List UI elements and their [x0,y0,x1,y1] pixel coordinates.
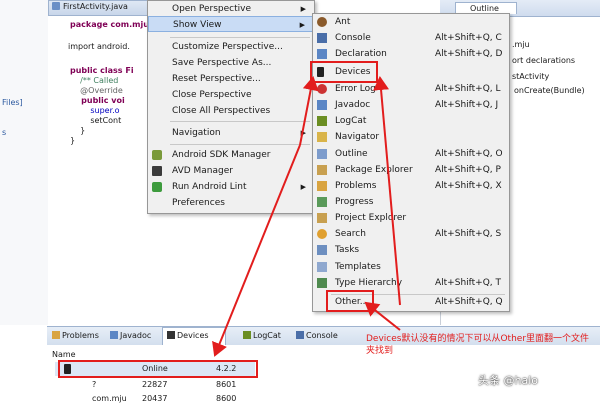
highlight-box-devices [310,61,378,83]
tab-console[interactable]: Console [296,330,338,342]
process-name: com.mju [92,394,127,403]
code-line: setCont [70,116,122,125]
watermark: 头条 @halo [478,374,538,387]
editor-tab-label: FirstActivity.java [63,2,128,11]
left-strip-label: Files] [2,98,23,107]
menu-item-preferences[interactable]: Preferences [148,195,314,211]
process-port: 8600 [216,394,237,403]
code-line: import android. [68,42,130,51]
project-explorer-icon [317,213,327,223]
highlight-box-device-row [58,360,258,378]
menu-item-customize-perspective[interactable]: Customize Perspective... [148,39,314,55]
console-icon [317,33,327,43]
code-line: } [70,136,76,145]
outline-icon [317,149,327,159]
type-hierarchy-icon [317,278,327,288]
menu-item-run-android-lint[interactable]: Run Android Lint ▶ [148,179,314,195]
javadoc-icon [317,100,327,110]
view-item-search[interactable]: Search Alt+Shift+Q, S [313,226,509,242]
outline-tab-label: Outline [470,4,499,13]
view-item-project-explorer[interactable]: Project Explorer [313,210,509,226]
view-item-console[interactable]: Console Alt+Shift+Q, C [313,30,509,46]
progress-icon [317,197,327,207]
code-line: @Override [70,86,123,95]
javadoc-icon [110,331,118,339]
error-log-icon [317,84,327,94]
code-line: super.o [70,106,120,115]
process-pid: 20437 [142,394,168,403]
submenu-arrow-icon: ▶ [300,129,306,137]
menu-item-save-perspective[interactable]: Save Perspective As... [148,55,314,71]
show-view-submenu: Ant Console Alt+Shift+Q, C Declaration Alt… [312,13,510,312]
view-item-logcat[interactable]: LogCat [313,113,509,129]
view-item-navigator[interactable]: Navigator [313,129,509,145]
process-port: 8601 [216,380,237,389]
view-item-declaration[interactable]: Declaration Alt+Shift+Q, D [313,46,509,62]
devices-icon [167,331,175,339]
view-item-tasks[interactable]: Tasks [313,242,509,258]
view-item-type-hierarchy[interactable]: Type Hierarchy Alt+Shift+Q, T [313,275,509,291]
process-pid: 22827 [142,380,168,389]
menu-item-avd-manager[interactable]: AVD Manager [148,163,314,179]
submenu-arrow-icon: ▶ [300,183,306,191]
problems-icon [52,331,60,339]
templates-icon [317,262,327,272]
menu-item-show-view[interactable]: Show View ▶ [148,16,314,32]
menu-separator [170,144,310,145]
logcat-icon [317,116,327,126]
menu-item-reset-perspective[interactable]: Reset Perspective... [148,71,314,87]
view-item-package-explorer[interactable]: Package Explorer Alt+Shift+Q, P [313,162,509,178]
console-icon [296,331,304,339]
code-line: /** Called [70,76,119,85]
view-item-outline[interactable]: Outline Alt+Shift+Q, O [313,146,509,162]
problems-icon [317,181,327,191]
outline-item[interactable]: .mju [512,40,530,49]
editor-tab[interactable]: FirstActivity.java [52,1,128,13]
sdk-manager-icon [152,150,162,160]
package-explorer-icon [317,165,327,175]
view-item-javadoc[interactable]: Javadoc Alt+Shift+Q, J [313,97,509,113]
tab-javadoc[interactable]: Javadoc [110,330,151,342]
navigator-icon [317,132,327,142]
tab-devices[interactable]: Devices [167,330,209,342]
left-strip-label: s [2,128,7,137]
ant-icon [317,17,327,27]
annotation-note: Devices默认没有的情况下可以从Other里面翻一个文件夹找到 [366,334,590,356]
submenu-arrow-icon: ▶ [300,5,306,13]
process-name: ? [92,380,97,389]
tab-logcat[interactable]: LogCat [243,330,281,342]
view-item-error-log[interactable]: Error Log Alt+Shift+Q, L [313,81,509,97]
avd-manager-icon [152,166,162,176]
highlight-box-other [326,290,374,312]
view-item-progress[interactable]: Progress [313,194,509,210]
menu-item-android-sdk-manager[interactable]: Android SDK Manager [148,147,314,163]
outline-item[interactable]: stActivity [512,72,549,81]
menu-item-open-perspective[interactable]: Open Perspective ▶ [148,1,314,17]
logcat-icon [243,331,251,339]
menu-item-navigation[interactable]: Navigation ▶ [148,125,314,141]
menu-separator [170,37,310,38]
declaration-icon [317,49,327,59]
menu-separator [170,121,310,122]
outline-item[interactable]: onCreate(Bundle) [514,86,585,95]
submenu-arrow-icon: ▶ [299,21,305,29]
view-item-ant[interactable]: Ant [313,14,509,30]
column-header-name: Name [52,350,76,359]
code-line: package com.mju [70,20,149,29]
lint-check-icon [152,182,162,192]
tab-problems[interactable]: Problems [52,330,99,342]
window-menu: Open Perspective ▶ Show View ▶ Customize P… [147,0,315,214]
view-item-templates[interactable]: Templates [313,259,509,275]
view-item-problems[interactable]: Problems Alt+Shift+Q, X [313,178,509,194]
outline-item[interactable]: ort declarations [512,56,575,65]
menu-item-close-perspective[interactable]: Close Perspective [148,87,314,103]
menu-item-close-all-perspectives[interactable]: Close All Perspectives [148,103,314,119]
code-line: public voi [70,96,125,105]
java-file-icon [52,2,60,10]
code-line: } [70,126,86,135]
tasks-icon [317,245,327,255]
search-icon [317,229,327,239]
package-explorer-strip: Files] s [0,0,49,325]
code-line: public class Fi [70,66,134,75]
